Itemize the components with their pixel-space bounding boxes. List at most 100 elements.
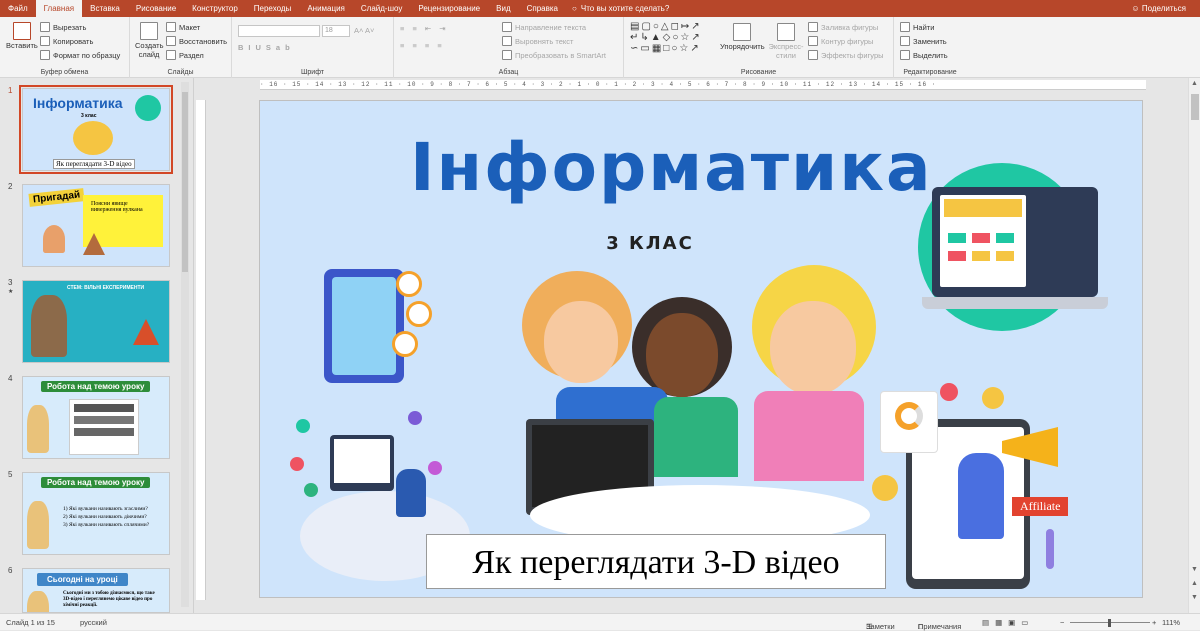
thumbnail-scrollbar[interactable] <box>181 82 189 607</box>
align-buttons[interactable]: ≡ ≡ ≡ ≡ <box>400 41 445 50</box>
editing-group-label: Редактирование <box>903 69 957 76</box>
coder-monitor-illustration <box>330 435 394 491</box>
smartart-button[interactable]: Преобразовать в SmartArt <box>502 50 606 60</box>
zoom-out-button[interactable]: − <box>1060 618 1064 627</box>
tab-animations[interactable]: Анимация <box>299 0 353 17</box>
text-direction-button[interactable]: Направление текста <box>502 22 586 32</box>
avatar-bubble-illustration <box>406 301 432 327</box>
language-indicator[interactable]: русский <box>80 618 107 627</box>
tablet-illustration <box>324 269 404 383</box>
scroll-down-icon[interactable]: ▼ <box>1191 566 1198 573</box>
slide-caption-textbox[interactable]: Як переглядати 3-D відео <box>426 534 886 589</box>
copy-button[interactable]: Копировать <box>40 36 93 46</box>
vertical-ruler <box>196 100 206 600</box>
tab-file[interactable]: Файл <box>0 0 36 17</box>
shapes-gallery[interactable]: ▤▢○△◻↦↗ ↵↳▲◇○☆↗ ∽▭▦□○☆↗ <box>630 21 714 54</box>
thumbnail-scroll-thumb[interactable] <box>182 92 188 272</box>
font-format-buttons[interactable]: BIUS​ab <box>238 43 295 52</box>
zoom-in-button[interactable]: + <box>1152 618 1156 627</box>
font-grow-button[interactable]: A˄ A˅ <box>354 26 374 35</box>
view-buttons[interactable]: ▤▦▣▭ <box>982 618 1034 627</box>
thumb-title: Пригадай <box>28 188 85 207</box>
previous-slide-icon[interactable]: ▲ <box>1191 580 1198 587</box>
tab-design[interactable]: Конструктор <box>184 0 246 17</box>
shape-outline-label: Контур фигуры <box>821 36 874 46</box>
align-text-label: Выровнять текст <box>515 36 574 46</box>
slide-number: 3 <box>8 278 13 287</box>
slide-subtitle[interactable]: 3 КЛАС <box>550 233 750 254</box>
slide-canvas[interactable]: Інформатика 3 КЛАС Affiliate Як перегляд… <box>259 100 1143 598</box>
next-slide-icon[interactable]: ▼ <box>1191 594 1198 601</box>
align-text-button[interactable]: Выровнять текст <box>502 36 573 46</box>
quick-styles-button[interactable]: Экспресс-стили <box>766 23 806 60</box>
format-painter-button[interactable]: Формат по образцу <box>40 50 120 60</box>
layout-button[interactable]: Макет <box>166 22 200 32</box>
paste-button[interactable]: Вставить <box>6 22 38 50</box>
boy-face <box>544 301 618 383</box>
pen-icon <box>808 36 818 46</box>
tab-slideshow[interactable]: Слайд-шоу <box>353 0 410 17</box>
paste-label: Вставить <box>6 41 38 50</box>
list-buttons[interactable]: ≡ ≡ ⇤ ⇥ <box>400 24 449 33</box>
horizontal-ruler: · 16 · 15 · 14 · 13 · 12 · 11 · 10 · 9 ·… <box>260 80 1146 90</box>
section-button[interactable]: Раздел <box>166 50 204 60</box>
tab-transitions[interactable]: Переходы <box>246 0 300 17</box>
tab-insert[interactable]: Вставка <box>82 0 128 17</box>
cut-button[interactable]: Вырезать <box>40 22 86 32</box>
text-direction-label: Направление текста <box>515 22 587 32</box>
replace-button[interactable]: Заменить <box>900 36 947 46</box>
reset-button[interactable]: Восстановить <box>166 36 227 46</box>
copy-label: Копировать <box>53 36 94 46</box>
tab-help[interactable]: Справка <box>519 0 566 17</box>
quick-styles-label: Экспресс-стили <box>768 42 804 60</box>
zoom-slider-knob[interactable] <box>1108 619 1111 627</box>
slide-scroll-thumb[interactable] <box>1191 94 1199 120</box>
tell-me-label: Что вы хотите сделать? <box>580 4 670 13</box>
font-size-field[interactable]: 18 <box>322 25 350 37</box>
question-line: 3) Які вулкани називають сплячими? <box>63 522 150 528</box>
slides-group-label: Слайды <box>167 69 194 76</box>
slide-thumbnail-3[interactable]: СТЕМ: ВІЛЬНІ ЕКСПЕРИМЕНТИ <box>22 280 170 363</box>
slide-thumbnail-1[interactable]: Інформатика 3 клас Як переглядати 3-D ві… <box>19 85 173 174</box>
zoom-level[interactable]: 111% <box>1162 618 1180 627</box>
coin-icon <box>872 475 898 501</box>
tab-home[interactable]: Главная <box>35 0 83 17</box>
tab-draw[interactable]: Рисование <box>128 0 184 17</box>
cut-label: Вырезать <box>53 22 87 32</box>
find-label: Найти <box>913 22 935 32</box>
fill-bucket-icon <box>808 22 818 32</box>
paragraph-group-label: Абзац <box>498 69 519 76</box>
person-icon: ☺ <box>1131 4 1140 13</box>
tab-review[interactable]: Рецензирование <box>410 0 488 17</box>
shape-effects-button[interactable]: Эффекты фигуры <box>808 50 884 60</box>
font-family-field[interactable] <box>238 25 320 37</box>
tell-me-box[interactable]: ○ Что вы хотите сделать? <box>572 4 669 13</box>
scroll-up-icon[interactable]: ▲ <box>1191 80 1198 87</box>
tech-icon <box>408 411 422 425</box>
slides-group: Создать слайд Макет Восстановить Раздел … <box>130 17 232 78</box>
slide-counter: Слайд 1 из 15 <box>6 618 55 627</box>
ribbon: Вставить Вырезать Копировать Формат по о… <box>0 17 1200 78</box>
font-group: 18 A˄ A˅ BIUS​ab Шрифт <box>232 17 394 78</box>
share-button[interactable]: ☺ Поделиться <box>1131 0 1186 17</box>
tab-view[interactable]: Вид <box>488 0 518 17</box>
lightbulb-icon: ○ <box>572 4 577 13</box>
slide-thumbnail-2[interactable]: Пригадай Поясни явище виверження вулкана <box>22 184 170 267</box>
drawing-group-label: Рисование <box>740 69 777 76</box>
status-bar: Слайд 1 из 15 русский ☰ Заметки □ Примеч… <box>0 613 1200 631</box>
arrange-button[interactable]: Упорядочить <box>720 23 765 51</box>
new-slide-label: Создать слайд <box>135 41 164 59</box>
volcano-illustration <box>133 319 159 345</box>
shape-outline-button[interactable]: Контур фигуры <box>808 36 873 46</box>
find-button[interactable]: Найти <box>900 22 934 32</box>
slide-thumbnail-4[interactable]: Робота над темою уроку <box>22 376 170 459</box>
shape-fill-button[interactable]: Заливка фигуры <box>808 22 878 32</box>
select-button[interactable]: Выделить <box>900 50 948 60</box>
slide-thumbnail-6[interactable]: Сьогодні на уроці Сьогодні ми з тобою ді… <box>22 568 170 613</box>
slide-thumbnail-5[interactable]: Робота над темою уроку 1) Які вулкани на… <box>22 472 170 555</box>
slide-scrollbar[interactable]: ▲ ▼ ▲ ▼ <box>1188 78 1200 613</box>
slide-title[interactable]: Інформатика <box>410 129 931 206</box>
new-slide-button[interactable]: Создать слайд <box>135 22 164 59</box>
laptop-illustration <box>135 95 161 121</box>
quick-styles-icon <box>777 23 795 41</box>
